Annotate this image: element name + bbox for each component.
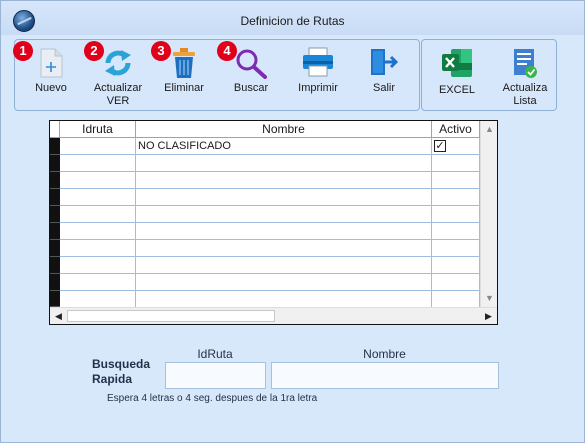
update-list-button[interactable]: Actualiza Lista	[494, 42, 556, 108]
activo-checkbox[interactable]: ✓	[434, 140, 446, 152]
cell-nombre[interactable]	[136, 206, 432, 223]
row-selector[interactable]	[50, 206, 60, 223]
cell-activo[interactable]	[432, 223, 480, 240]
cell-nombre[interactable]	[136, 257, 432, 274]
cell-activo[interactable]	[432, 155, 480, 172]
cell-activo[interactable]	[432, 274, 480, 291]
toolbar-secondary: EXCEL Actualiza Lista	[421, 39, 557, 111]
new-document-icon	[40, 48, 63, 78]
table-row[interactable]	[50, 274, 497, 291]
row-selector[interactable]	[50, 138, 60, 155]
cell-nombre[interactable]	[136, 274, 432, 291]
row-selector[interactable]	[50, 172, 60, 189]
print-button[interactable]: Imprimir	[289, 42, 347, 108]
table-row[interactable]	[50, 172, 497, 189]
search-button-label: Buscar	[233, 82, 269, 94]
trash-icon	[173, 48, 195, 78]
cell-idruta[interactable]	[60, 172, 136, 189]
delete-button-label: Eliminar	[164, 82, 204, 94]
row-selector[interactable]	[50, 240, 60, 257]
cell-idruta[interactable]	[60, 274, 136, 291]
table-row[interactable]	[50, 206, 497, 223]
row-selector[interactable]	[50, 189, 60, 206]
exit-button-label: Salir	[372, 82, 395, 94]
horizontal-scrollbar[interactable]: ◀ ▶	[50, 307, 497, 324]
row-selector[interactable]	[50, 257, 60, 274]
exit-button[interactable]: Salir	[355, 42, 413, 108]
cell-nombre[interactable]: NO CLASIFICADO	[136, 138, 432, 155]
table-row[interactable]	[50, 291, 497, 308]
cell-idruta[interactable]	[60, 291, 136, 308]
cell-nombre[interactable]	[136, 223, 432, 240]
excel-button[interactable]: EXCEL	[426, 42, 488, 108]
vertical-scrollbar[interactable]: ▲ ▼	[480, 121, 497, 307]
cell-idruta[interactable]	[60, 155, 136, 172]
nombre-search-input[interactable]	[271, 362, 499, 389]
row-selector[interactable]	[50, 155, 60, 172]
table-row[interactable]	[50, 155, 497, 172]
printer-icon	[303, 47, 333, 77]
table-row[interactable]	[50, 257, 497, 274]
grid-corner	[50, 121, 60, 138]
cell-activo[interactable]: ✓	[432, 138, 480, 155]
quick-search-label-2: Rapida	[92, 372, 133, 386]
scroll-down-icon[interactable]: ▼	[481, 290, 497, 307]
refresh-button-label: Actualizar VER	[93, 82, 143, 107]
cell-idruta[interactable]	[60, 240, 136, 257]
search-hint: Espera 4 letras o 4 seg. despues de la 1…	[107, 393, 318, 404]
cell-idruta[interactable]	[60, 138, 136, 155]
row-selector[interactable]	[50, 223, 60, 240]
exit-icon	[371, 49, 399, 75]
cell-idruta[interactable]	[60, 257, 136, 274]
badge-1: 1	[13, 41, 33, 61]
badge-4: 4	[217, 41, 237, 61]
col-header-activo[interactable]: Activo	[432, 121, 480, 138]
cell-activo[interactable]	[432, 206, 480, 223]
update-list-icon	[514, 49, 537, 78]
quick-search-label-1: Busqueda	[92, 357, 151, 371]
nombre-label: Nombre	[363, 347, 406, 361]
cell-activo[interactable]	[432, 172, 480, 189]
toolbar-main: Nuevo 1 Actualizar VER 2 Eliminar 3 Busc…	[13, 39, 420, 111]
excel-icon	[442, 49, 472, 77]
cell-idruta[interactable]	[60, 206, 136, 223]
cell-nombre[interactable]	[136, 240, 432, 257]
refresh-icon	[105, 50, 131, 76]
table-row[interactable]	[50, 223, 497, 240]
excel-button-label: EXCEL	[438, 84, 476, 96]
cell-nombre[interactable]	[136, 291, 432, 308]
col-header-idruta[interactable]: Idruta	[60, 121, 136, 138]
print-button-label: Imprimir	[298, 82, 338, 94]
scroll-thumb[interactable]	[67, 310, 275, 322]
cell-idruta[interactable]	[60, 189, 136, 206]
badge-3: 3	[151, 41, 171, 61]
badge-2: 2	[84, 41, 104, 61]
scroll-right-icon[interactable]: ▶	[480, 308, 497, 324]
main-window: Definicion de Rutas Nuevo 1 Actualizar V…	[0, 0, 585, 443]
idruta-label: IdRuta	[197, 347, 233, 361]
cell-idruta[interactable]	[60, 223, 136, 240]
table-row[interactable]	[50, 240, 497, 257]
update-list-button-label: Actualiza Lista	[502, 82, 548, 107]
table-row[interactable]	[50, 189, 497, 206]
cell-activo[interactable]	[432, 291, 480, 308]
new-button-label: Nuevo	[35, 82, 67, 94]
col-header-nombre[interactable]: Nombre	[136, 121, 432, 138]
cell-activo[interactable]	[432, 189, 480, 206]
scroll-up-icon[interactable]: ▲	[481, 121, 497, 138]
window-title: Definicion de Rutas	[240, 14, 345, 28]
cell-nombre[interactable]	[136, 155, 432, 172]
magnifier-icon	[236, 49, 267, 79]
cell-activo[interactable]	[432, 240, 480, 257]
row-selector[interactable]	[50, 274, 60, 291]
row-selector[interactable]	[50, 291, 60, 307]
title-bar: Definicion de Rutas	[1, 1, 584, 35]
idruta-search-input[interactable]	[165, 362, 266, 389]
table-row[interactable]: NO CLASIFICADO ✓	[50, 138, 497, 155]
cell-nombre[interactable]	[136, 172, 432, 189]
routes-grid[interactable]: Idruta Nombre Activo NO CLASIFICADO ✓ ▲	[49, 120, 498, 325]
cell-activo[interactable]	[432, 257, 480, 274]
cell-nombre[interactable]	[136, 189, 432, 206]
scroll-left-icon[interactable]: ◀	[50, 308, 67, 324]
